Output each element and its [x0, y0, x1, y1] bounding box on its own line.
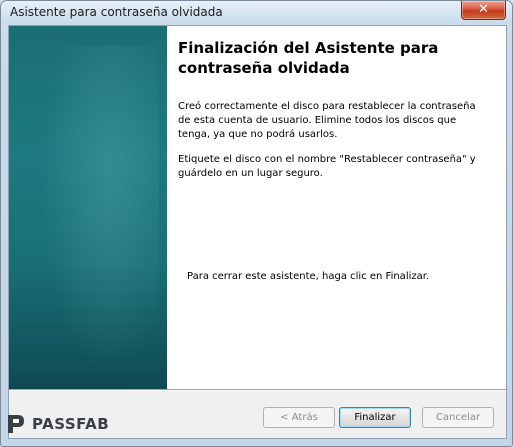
wizard-side-banner [9, 26, 167, 389]
title-bar[interactable]: Asistente para contraseña olvidada ✕ [1, 1, 512, 25]
passfab-logo-icon [8, 415, 24, 433]
passfab-watermark: PASSFAB [6, 412, 109, 436]
close-button[interactable]: ✕ [461, 1, 506, 20]
close-icon: ✕ [478, 2, 489, 17]
brand-name: PASSFAB [32, 415, 110, 433]
wizard-client-area: Finalización del Asistente para contrase… [8, 25, 507, 439]
window-title: Asistente para contraseña olvidada [10, 5, 223, 19]
finish-button[interactable]: Finalizar [339, 407, 411, 428]
label-instructions: Etiquete el disco con el nombre "Restabl… [178, 154, 476, 179]
wizard-window: Asistente para contraseña olvidada ✕ Fin… [0, 0, 513, 447]
button-divider [9, 389, 506, 391]
page-title: Finalización del Asistente para contrase… [178, 39, 439, 77]
wizard-content: Finalización del Asistente para contrase… [167, 26, 506, 389]
finish-instructions: Para cerrar este asistente, haga clic en… [187, 271, 430, 282]
back-button[interactable]: < Atrás [263, 407, 335, 428]
cancel-button[interactable]: Cancelar [422, 407, 494, 428]
success-message: Creó correctamente el disco para restabl… [178, 101, 476, 140]
